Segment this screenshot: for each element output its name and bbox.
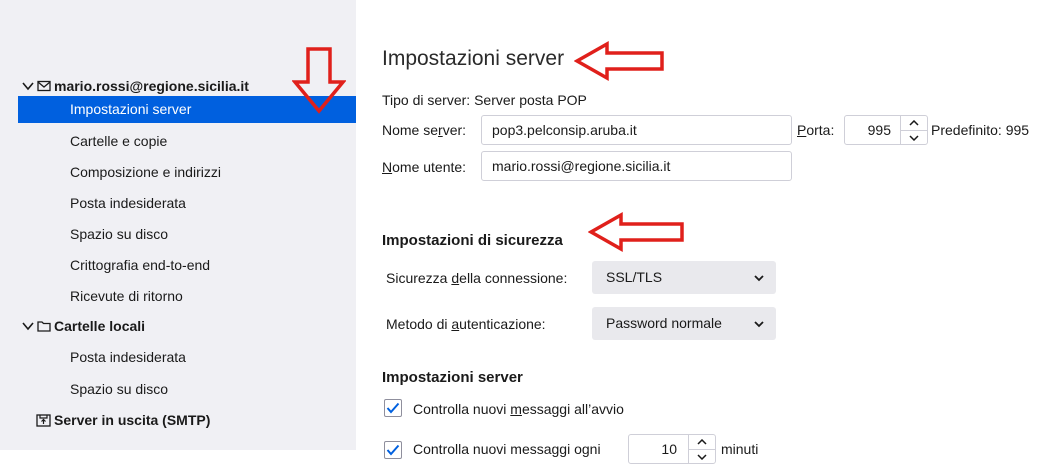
sidebar-item-label: Posta indesiderata xyxy=(70,349,186,365)
check-every-label: Controlla nuovi messaggi ogni xyxy=(413,441,601,457)
sidebar-item-label: Spazio su disco xyxy=(70,381,169,397)
sidebar-item-label: Cartelle e copie xyxy=(70,133,168,149)
smtp-node[interactable]: Server in uscita (SMTP) xyxy=(36,409,210,431)
connection-security-select[interactable]: SSL/TLS xyxy=(592,261,776,294)
account-node[interactable]: mario.rossi@regione.sicilia.it xyxy=(22,75,249,97)
spin-down-icon[interactable] xyxy=(901,131,927,145)
port-spin-buttons[interactable] xyxy=(900,116,927,144)
annotation-arrow-left-icon xyxy=(588,212,684,252)
chevron-down-icon[interactable] xyxy=(22,81,34,91)
auth-method-select[interactable]: Password normale xyxy=(592,307,776,340)
sidebar-item-composition[interactable]: Composizione e indirizzi xyxy=(18,159,356,186)
connection-security-value: SSL/TLS xyxy=(606,269,663,285)
mail-icon xyxy=(37,80,51,92)
security-heading: Impostazioni di sicurezza xyxy=(382,232,563,249)
check-interval-stepper[interactable]: 10 xyxy=(628,434,716,464)
sidebar-item-label: Impostazioni server xyxy=(70,101,192,117)
sidebar-item-return-receipts[interactable]: Ricevute di ritorno xyxy=(18,283,356,310)
annotation-arrow-left-icon xyxy=(574,41,664,81)
port-value: 995 xyxy=(867,122,891,138)
annotation-arrow-down-icon xyxy=(292,47,346,114)
folder-icon xyxy=(37,321,51,332)
sidebar-item-label: Crittografia end-to-end xyxy=(70,257,211,273)
check-every-checkbox[interactable] xyxy=(384,441,402,459)
check-on-startup-label: Controlla nuovi messaggi all’avvio xyxy=(413,401,624,417)
port-label: Porta: xyxy=(797,122,835,138)
server-settings-panel: Impostazioni server Tipo di server: Serv… xyxy=(356,0,1057,464)
server-name-input[interactable]: pop3.pelconsip.aruba.it xyxy=(481,115,792,145)
spin-up-icon[interactable] xyxy=(689,435,715,450)
account-label: mario.rossi@regione.sicilia.it xyxy=(54,78,249,94)
sidebar-item-local-junk[interactable]: Posta indesiderata xyxy=(18,344,356,371)
server-settings-heading: Impostazioni server xyxy=(382,369,523,386)
sidebar-item-e2e-encryption[interactable]: Crittografia end-to-end xyxy=(18,252,356,279)
spin-up-icon[interactable] xyxy=(901,116,927,131)
sidebar-item-folders-copies[interactable]: Cartelle e copie xyxy=(18,128,356,155)
minutes-label: minuti xyxy=(721,441,759,457)
sidebar-item-disk-space[interactable]: Spazio su disco xyxy=(18,221,356,248)
auth-method-label: Metodo di autenticazione: xyxy=(386,316,546,332)
sidebar-item-label: Posta indesiderata xyxy=(70,195,186,211)
port-stepper[interactable]: 995 xyxy=(844,115,928,145)
account-sidebar: mario.rossi@regione.sicilia.it Impostazi… xyxy=(0,0,356,450)
username-label: Nome utente: xyxy=(382,159,467,175)
chevron-down-icon xyxy=(754,307,764,340)
server-type-text: Tipo di server: Server posta POP xyxy=(382,92,587,108)
connection-security-label: Sicurezza della connessione: xyxy=(386,270,568,286)
sidebar-item-junk[interactable]: Posta indesiderata xyxy=(18,190,356,217)
sidebar-item-label: Spazio su disco xyxy=(70,226,169,242)
username-input[interactable]: mario.rossi@regione.sicilia.it xyxy=(481,151,792,181)
check-interval-value: 10 xyxy=(661,441,677,457)
check-on-startup-checkbox[interactable] xyxy=(384,399,402,417)
spin-down-icon[interactable] xyxy=(689,450,715,464)
sidebar-item-label: Ricevute di ritorno xyxy=(70,288,183,304)
interval-spin-buttons[interactable] xyxy=(688,435,715,463)
auth-method-value: Password normale xyxy=(606,315,722,331)
sidebar-item-local-disk-space[interactable]: Spazio su disco xyxy=(18,376,356,403)
checkmark-icon xyxy=(386,402,400,414)
local-folders-node[interactable]: Cartelle locali xyxy=(22,315,145,337)
sidebar-item-label: Composizione e indirizzi xyxy=(70,164,221,180)
chevron-down-icon xyxy=(754,261,764,294)
smtp-label: Server in uscita (SMTP) xyxy=(54,412,211,428)
checkmark-icon xyxy=(386,444,400,456)
outbox-icon xyxy=(36,414,51,427)
server-name-label: Nome server: xyxy=(382,122,467,138)
page-title: Impostazioni server xyxy=(382,47,565,70)
chevron-down-icon[interactable] xyxy=(22,321,34,331)
local-folders-label: Cartelle locali xyxy=(54,318,146,334)
default-port-text: Predefinito: 995 xyxy=(931,122,1030,138)
